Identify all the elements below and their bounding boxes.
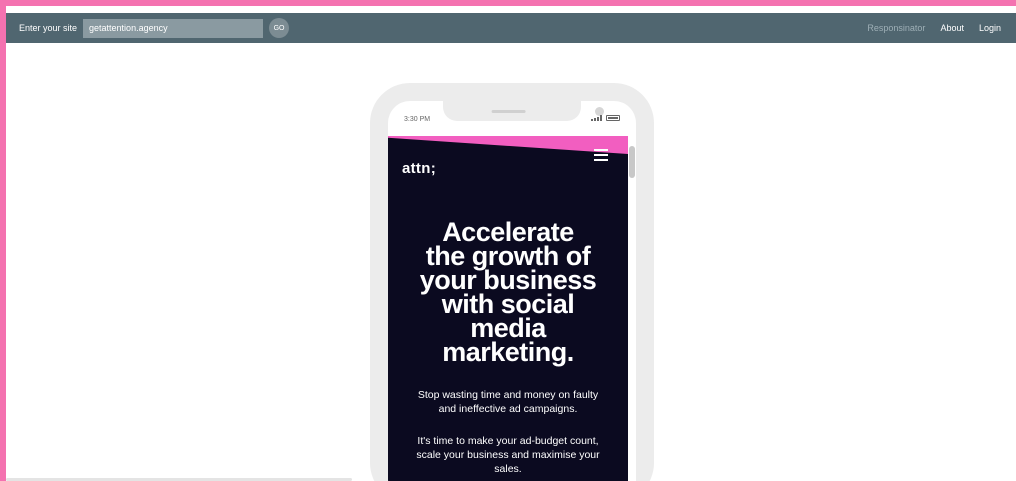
top-toolbar: Enter your site GO Responsinator About L…: [6, 13, 1016, 43]
site-paragraph-1: Stop wasting time and money on faulty an…: [398, 388, 618, 416]
site-input-label: Enter your site: [19, 23, 78, 33]
paragraph-line: and ineffective ad campaigns.: [438, 403, 578, 415]
site-paragraph-2: It's time to make your ad-budget count, …: [398, 434, 618, 476]
site-url-input[interactable]: [83, 18, 264, 38]
battery-icon: [606, 115, 620, 121]
site-headline: Accelerate the growth of your business w…: [394, 219, 622, 367]
paragraph-line: sales.: [494, 463, 522, 475]
hamburger-menu-icon[interactable]: [594, 149, 608, 164]
phone-screen: 3:30 PM attn; Accelerate the growth of y…: [388, 101, 636, 481]
nav-responsinator[interactable]: Responsinator: [867, 23, 925, 33]
site-logo[interactable]: attn;: [402, 160, 436, 177]
site-pink-band: [388, 136, 628, 154]
paragraph-line: It's time to make your ad-budget count,: [417, 435, 599, 447]
scrollbar-thumb[interactable]: [629, 146, 635, 178]
top-nav: Responsinator About Login: [867, 23, 1016, 33]
nav-login[interactable]: Login: [979, 23, 1001, 33]
status-time: 3:30 PM: [404, 116, 431, 123]
headline-line: marketing.: [442, 337, 574, 367]
speaker-icon: [491, 110, 526, 113]
site-preview[interactable]: attn; Accelerate the growth of your busi…: [388, 136, 628, 481]
paragraph-line: scale your business and maximise your: [416, 449, 600, 461]
signal-icon: [591, 115, 602, 121]
phone-notch: [443, 101, 604, 121]
paragraph-line: Stop wasting time and money on faulty: [417, 389, 599, 401]
page-frame: Enter your site GO Responsinator About L…: [6, 6, 1016, 481]
status-icons: [591, 115, 620, 121]
phone-mockup: 3:30 PM attn; Accelerate the growth of y…: [370, 83, 654, 481]
nav-about[interactable]: About: [940, 23, 964, 33]
site-scrollbar[interactable]: [628, 136, 636, 481]
go-button[interactable]: GO: [269, 18, 290, 38]
